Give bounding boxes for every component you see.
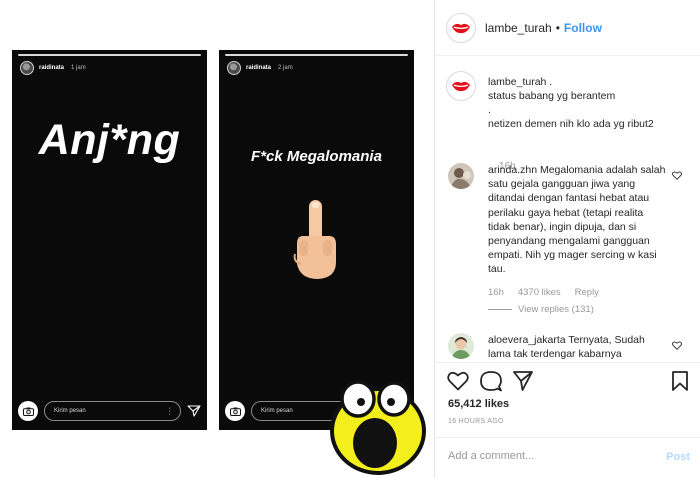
comment-icon[interactable] — [480, 371, 502, 392]
comment-time[interactable]: 16h — [488, 287, 504, 298]
reply-button[interactable]: Reply — [575, 287, 599, 298]
caption-line-1: . — [549, 76, 553, 88]
story-text: Anj*ng — [38, 116, 181, 164]
caption-line-3: . — [488, 104, 491, 116]
bookmark-icon[interactable] — [672, 371, 688, 391]
commenter-avatar[interactable] — [448, 333, 474, 359]
story-time: 2 jam — [278, 65, 293, 71]
comment-username[interactable]: arinda.zhn — [488, 164, 537, 176]
story-screenshot-2: raidinata 2 jam F*ck Megalomania Kirim p… — [219, 50, 414, 430]
story-username: raidinata — [39, 65, 65, 71]
story-username: raidinata — [246, 65, 272, 71]
add-comment-input[interactable] — [448, 450, 648, 462]
comment-like-icon[interactable] — [672, 171, 682, 180]
more-options-icon: · · · — [168, 405, 171, 418]
story-text: F*ck Megalomania — [251, 148, 382, 165]
comment-likes[interactable]: 4370 likes — [518, 287, 561, 298]
comment-username[interactable]: aloevera_jakarta — [488, 334, 566, 346]
send-message-field: Kirim pesan · · · — [44, 401, 181, 421]
comment-body: Megalomania adalah salah satu gejala gan… — [488, 164, 666, 276]
comment-text: aloevera_jakarta Ternyata, Sudah lama ta… — [488, 333, 668, 361]
send-message-placeholder: Kirim pesan — [261, 408, 293, 414]
lips-avatar-icon[interactable] — [446, 71, 476, 101]
post-media: raidinata 1 jam Anj*ng Kirim pesan · · · r… — [0, 0, 434, 478]
send-message-placeholder: Kirim pesan — [54, 408, 86, 414]
story-header: raidinata 1 jam — [20, 61, 86, 75]
story-avatar — [227, 61, 241, 75]
view-replies-label: View replies (131) — [518, 304, 594, 315]
send-icon — [187, 405, 201, 417]
story-header: raidinata 2 jam — [227, 61, 293, 75]
story-progress-bar — [225, 54, 408, 56]
comment-meta: 16h 4370 likes Reply — [488, 287, 599, 298]
caption-username[interactable]: lambe_turah — [488, 76, 546, 88]
posted-time: 16 HOURS AGO — [448, 418, 504, 425]
middle-finger-emoji-icon — [293, 200, 336, 279]
heart-icon[interactable] — [447, 371, 469, 391]
story-progress-bar — [18, 54, 201, 56]
share-icon[interactable] — [513, 371, 533, 391]
comments-list[interactable]: lambe_turah . status babang yg berantem … — [435, 57, 700, 362]
header-username[interactable]: lambe_turah — [485, 21, 552, 35]
shocked-face-icon — [330, 380, 426, 475]
post-side-panel: lambe_turah • Follow lambe_turah . statu… — [434, 0, 700, 478]
story-avatar — [20, 61, 34, 75]
replies-divider — [488, 309, 512, 310]
header-separator: • — [555, 20, 560, 35]
story-footer: Kirim pesan · · · — [18, 400, 201, 422]
comment-like-icon[interactable] — [672, 341, 682, 350]
camera-icon — [18, 401, 38, 421]
add-comment-bar: Post — [435, 437, 700, 478]
lips-avatar-icon[interactable] — [446, 12, 476, 43]
post-comment-button[interactable]: Post — [666, 451, 690, 463]
commenter-avatar[interactable] — [448, 163, 474, 189]
caption-text: lambe_turah . status babang yg berantem … — [488, 75, 688, 131]
follow-button[interactable]: Follow — [564, 21, 602, 35]
caption-line-4: netizen demen nih klo ada yg ribut2 — [488, 118, 654, 130]
view-replies-button[interactable]: View replies (131) — [488, 304, 594, 315]
caption-line-2: status babang yg berantem — [488, 90, 616, 102]
story-screenshot-1: raidinata 1 jam Anj*ng Kirim pesan · · · — [12, 50, 207, 430]
story-time: 1 jam — [71, 65, 86, 71]
comment-text: arinda.zhn Megalomania adalah salah satu… — [488, 163, 668, 277]
post-actions-bar — [435, 362, 700, 398]
camera-icon — [225, 401, 245, 421]
likes-count[interactable]: 65,412 likes — [448, 398, 509, 410]
post-header: lambe_turah • Follow — [435, 0, 700, 56]
